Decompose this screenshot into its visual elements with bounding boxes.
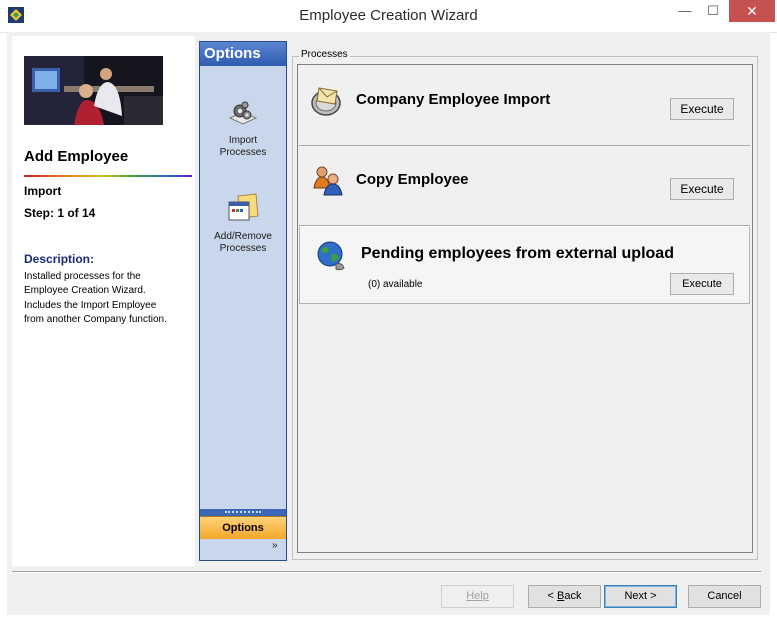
- next-button[interactable]: Next >: [604, 585, 677, 608]
- description-line: Employee Creation Wizard.: [24, 285, 146, 297]
- step-counter: Step: 1 of 14: [24, 206, 96, 220]
- splitter-grip[interactable]: [200, 509, 286, 516]
- folder-window-icon: [200, 192, 286, 229]
- processes-group-label: Processes: [299, 49, 350, 60]
- step-name: Import: [24, 184, 62, 198]
- description-heading: Description:: [24, 252, 95, 266]
- title-underline: [24, 175, 192, 177]
- maximize-button[interactable]: ☐: [700, 0, 726, 22]
- option-label: Import: [228, 134, 258, 146]
- process-title: Company Employee Import: [356, 91, 551, 108]
- help-button[interactable]: Help: [441, 585, 514, 608]
- execute-button[interactable]: Execute: [670, 178, 734, 200]
- back-rest: ack: [564, 590, 582, 602]
- page-title: Add Employee: [24, 148, 129, 165]
- footer-separator: [12, 571, 761, 573]
- option-add-remove-processes[interactable]: Add/Remove Processes: [200, 192, 286, 256]
- envelope-import-icon: [309, 84, 345, 123]
- description-line: Installed processes for the: [24, 271, 141, 282]
- header-photo: [24, 56, 163, 125]
- execute-button[interactable]: Execute: [670, 98, 734, 120]
- option-label: Processes: [219, 147, 267, 158]
- cancel-button[interactable]: Cancel: [688, 585, 761, 608]
- options-tab[interactable]: Options: [200, 516, 286, 539]
- available-count: (0) available: [368, 279, 423, 290]
- description-line: Includes the Import Employee: [24, 299, 157, 311]
- users-icon: [312, 164, 344, 201]
- option-label: Add/Remove: [214, 230, 272, 242]
- globe-icon: [316, 240, 346, 277]
- help-label: Help: [466, 590, 489, 602]
- option-label: Processes: [219, 243, 267, 254]
- option-import-processes[interactable]: Import Processes: [200, 100, 286, 160]
- description-line: from another Company function.: [24, 313, 167, 325]
- back-prefix: <: [547, 590, 557, 602]
- process-title: Copy Employee: [356, 171, 469, 188]
- window-title: Employee Creation Wizard: [299, 7, 478, 24]
- minimize-button[interactable]: —: [672, 0, 698, 22]
- execute-button[interactable]: Execute: [670, 273, 734, 295]
- options-header: Options: [200, 42, 286, 66]
- gears-icon: [200, 100, 286, 133]
- description-text: Installed processes for the Employee Cre…: [24, 270, 190, 327]
- chevron-right-icon[interactable]: »: [272, 540, 278, 551]
- back-button[interactable]: < Back: [528, 585, 601, 608]
- close-button[interactable]: ✕: [729, 0, 775, 22]
- process-title: Pending employees from external upload: [361, 245, 674, 262]
